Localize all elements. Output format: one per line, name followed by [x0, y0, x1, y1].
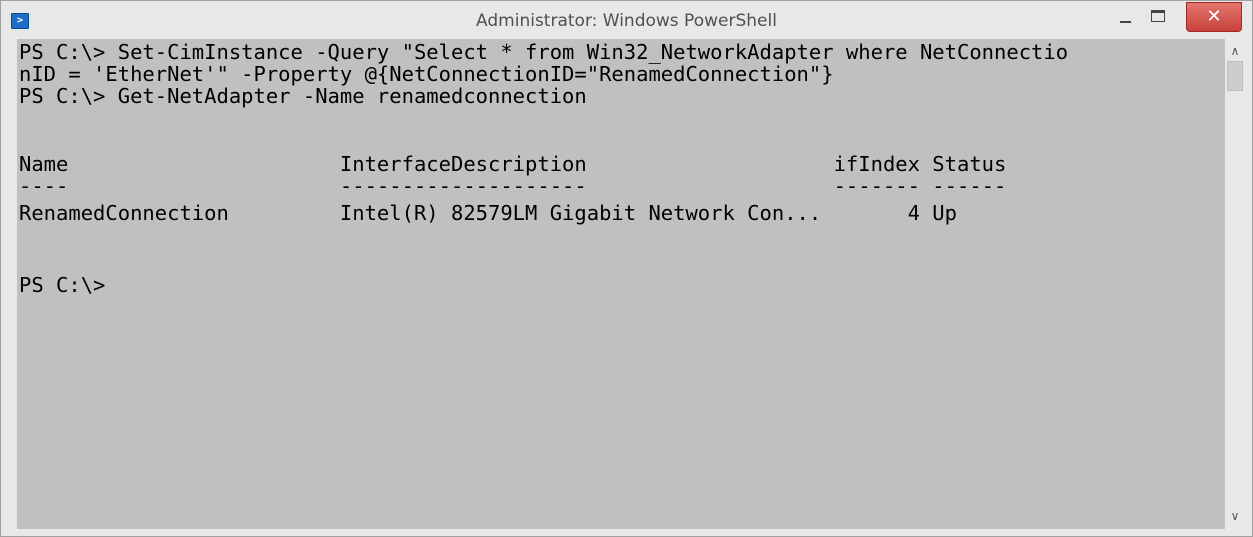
vertical-scrollbar[interactable]: ∧ ∨	[1225, 39, 1245, 529]
console-output[interactable]: PS C:\> Set-CimInstance -Query "Select *…	[17, 39, 1225, 529]
minimize-icon	[1120, 21, 1131, 23]
powershell-window: > Administrator: Windows PowerShell ✕ PS…	[0, 0, 1253, 537]
close-button[interactable]: ✕	[1186, 2, 1242, 32]
close-icon: ✕	[1206, 6, 1222, 27]
maximize-icon	[1151, 10, 1165, 22]
prompt-line: PS C:\>	[19, 273, 106, 297]
table-divider: ---- -------------------- ------- ------	[19, 174, 1007, 198]
scroll-up-icon[interactable]: ∧	[1225, 41, 1245, 61]
title-bar[interactable]: > Administrator: Windows PowerShell	[1, 1, 1252, 39]
console-line: PS C:\> Get-NetAdapter -Name renamedconn…	[19, 84, 587, 108]
scroll-down-icon[interactable]: ∨	[1225, 506, 1245, 526]
scroll-thumb[interactable]	[1227, 61, 1243, 91]
window-title: Administrator: Windows PowerShell	[476, 11, 777, 31]
table-row: RenamedConnection Intel(R) 82579LM Gigab…	[19, 201, 957, 225]
maximize-button[interactable]	[1143, 2, 1173, 32]
minimize-button[interactable]	[1111, 2, 1141, 32]
